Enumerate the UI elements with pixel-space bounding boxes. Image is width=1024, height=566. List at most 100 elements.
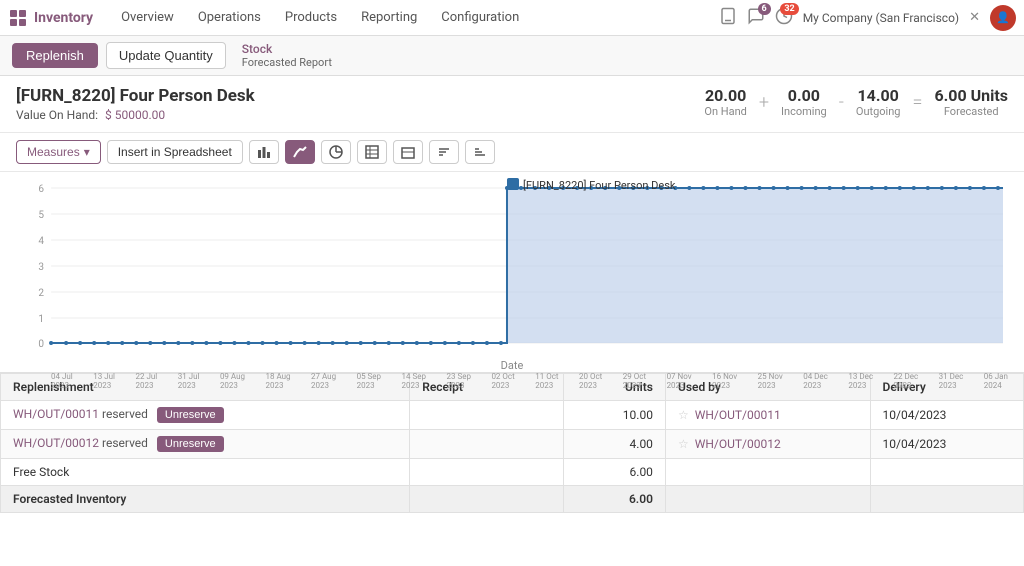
row2-replenishment: WH/OUT/00012 reserved Unreserve	[1, 430, 410, 459]
row2-star-icon[interactable]: ☆	[678, 437, 689, 451]
inventory-icon	[8, 8, 28, 28]
table-row: Forecasted Inventory 6.00	[1, 486, 1024, 513]
column-chart-icon-btn[interactable]	[393, 140, 423, 164]
measures-label: Measures	[27, 145, 80, 159]
row1-unreserve-button[interactable]: Unreserve	[157, 407, 224, 423]
svg-text:0: 0	[38, 339, 44, 350]
row1-replenishment-suffix: reserved	[102, 407, 148, 421]
sort-asc-icon-btn[interactable]	[429, 140, 459, 164]
on-hand-label: On Hand	[704, 105, 746, 118]
row1-delivery: 10/04/2023	[870, 401, 1023, 430]
close-btn[interactable]: ✕	[969, 10, 980, 25]
update-quantity-button[interactable]: Update Quantity	[106, 42, 226, 69]
on-hand-col: 20.00 On Hand	[704, 86, 746, 118]
outgoing-value: 14.00	[856, 86, 901, 105]
column-chart-icon	[401, 145, 415, 159]
svg-text:3: 3	[38, 262, 44, 273]
breadcrumb-main[interactable]: Stock	[242, 42, 332, 56]
value-label: Value On Hand:	[16, 108, 98, 122]
nav-item-products[interactable]: Products	[273, 0, 349, 36]
table-container: Replenishment Receipt Units Used by Deli…	[0, 372, 1024, 513]
svg-text:[FURN_8220] Four Person Desk: [FURN_8220] Four Person Desk	[523, 179, 676, 192]
equals-op: =	[912, 92, 922, 113]
row2-receipt	[410, 430, 563, 459]
row2-units: 4.00	[563, 430, 665, 459]
bar-chart-icon-btn[interactable]	[249, 140, 279, 164]
phone-icon	[719, 7, 737, 25]
phone-icon-btn[interactable]	[719, 7, 737, 29]
row4-delivery	[870, 486, 1023, 513]
row1-used-by: ☆ WH/OUT/00011	[665, 401, 870, 430]
user-avatar[interactable]: 👤	[990, 5, 1016, 31]
breadcrumb: Stock Forecasted Report	[242, 42, 332, 69]
row1-star-icon[interactable]: ☆	[678, 408, 689, 422]
product-value: Value On Hand: $ 50000.00	[16, 108, 255, 122]
row2-used-by-link[interactable]: WH/OUT/00012	[695, 437, 781, 451]
sort-desc-icon-btn[interactable]	[465, 140, 495, 164]
replenish-button[interactable]: Replenish	[12, 43, 98, 68]
svg-text:5: 5	[38, 210, 44, 221]
sort-desc-icon	[473, 145, 487, 159]
svg-text:2: 2	[38, 288, 44, 299]
messages-btn[interactable]: 6	[747, 7, 765, 29]
row2-replenishment-link[interactable]: WH/OUT/00012	[13, 436, 99, 450]
row4-units: 6.00	[563, 486, 665, 513]
row3-used-by	[665, 459, 870, 486]
nav-item-operations[interactable]: Operations	[186, 0, 273, 36]
x-axis-dates: 04 Jul202313 Jul202322 Jul202331 Jul2023…	[16, 372, 1008, 390]
incoming-label: Incoming	[781, 105, 827, 118]
forecasted-value: 6.00 Units	[934, 86, 1008, 105]
outgoing-label: Outgoing	[856, 105, 901, 118]
row2-used-by: ☆ WH/OUT/00012	[665, 430, 870, 459]
nav-item-configuration[interactable]: Configuration	[429, 0, 531, 36]
product-title: [FURN_8220] Four Person Desk	[16, 86, 255, 106]
row4-replenishment: Forecasted Inventory	[1, 486, 410, 513]
svg-text:6: 6	[38, 184, 44, 195]
row2-unreserve-button[interactable]: Unreserve	[157, 436, 224, 452]
row1-replenishment-link[interactable]: WH/OUT/00011	[13, 407, 99, 421]
nav-menu: Overview Operations Products Reporting C…	[109, 0, 719, 36]
messages-badge: 6	[758, 3, 771, 15]
app-name: Inventory	[34, 10, 93, 26]
measures-button[interactable]: Measures ▾	[16, 140, 101, 164]
stock-summary: 20.00 On Hand + 0.00 Incoming - 14.00 Ou…	[704, 86, 1008, 118]
nav-item-overview[interactable]: Overview	[109, 0, 186, 36]
table-row: Free Stock 6.00	[1, 459, 1024, 486]
company-name: My Company (San Francisco)	[803, 11, 959, 25]
nav-item-reporting[interactable]: Reporting	[349, 0, 429, 36]
row3-replenishment: Free Stock	[1, 459, 410, 486]
row4-receipt	[410, 486, 563, 513]
forecasted-label: Forecasted	[934, 105, 1008, 118]
row3-units: 6.00	[563, 459, 665, 486]
row2-replenishment-suffix: reserved	[102, 436, 148, 450]
x-axis-label: Date	[16, 359, 1008, 372]
plus-op: +	[759, 92, 769, 113]
row3-receipt	[410, 459, 563, 486]
sort-asc-icon	[437, 145, 451, 159]
row1-units: 10.00	[563, 401, 665, 430]
row3-delivery	[870, 459, 1023, 486]
breadcrumb-sub: Forecasted Report	[242, 56, 332, 69]
table-row: WH/OUT/00011 reserved Unreserve 10.00 ☆ …	[1, 401, 1024, 430]
chart-area: 6 5 4 3 2 1 0	[0, 172, 1024, 372]
svg-text:1: 1	[38, 314, 44, 325]
svg-text:4: 4	[38, 236, 44, 247]
line-chart-icon	[293, 145, 307, 159]
row1-receipt	[410, 401, 563, 430]
row1-used-by-link[interactable]: WH/OUT/00011	[695, 408, 781, 422]
pie-chart-icon-btn[interactable]	[321, 140, 351, 164]
activities-btn[interactable]: 32	[775, 7, 793, 29]
row4-used-by	[665, 486, 870, 513]
table-icon-btn[interactable]	[357, 140, 387, 164]
app-logo[interactable]: Inventory	[8, 8, 93, 28]
outgoing-col: 14.00 Outgoing	[856, 86, 901, 118]
activities-badge: 32	[780, 3, 798, 15]
table-icon	[365, 145, 379, 159]
value-link[interactable]: $ 50000.00	[105, 108, 165, 122]
insert-spreadsheet-button[interactable]: Insert in Spreadsheet	[107, 140, 243, 164]
row1-replenishment: WH/OUT/00011 reserved Unreserve	[1, 401, 410, 430]
row2-delivery: 10/04/2023	[870, 430, 1023, 459]
table-row: WH/OUT/00012 reserved Unreserve 4.00 ☆ W…	[1, 430, 1024, 459]
line-chart-icon-btn[interactable]	[285, 140, 315, 164]
pie-chart-icon	[329, 145, 343, 159]
